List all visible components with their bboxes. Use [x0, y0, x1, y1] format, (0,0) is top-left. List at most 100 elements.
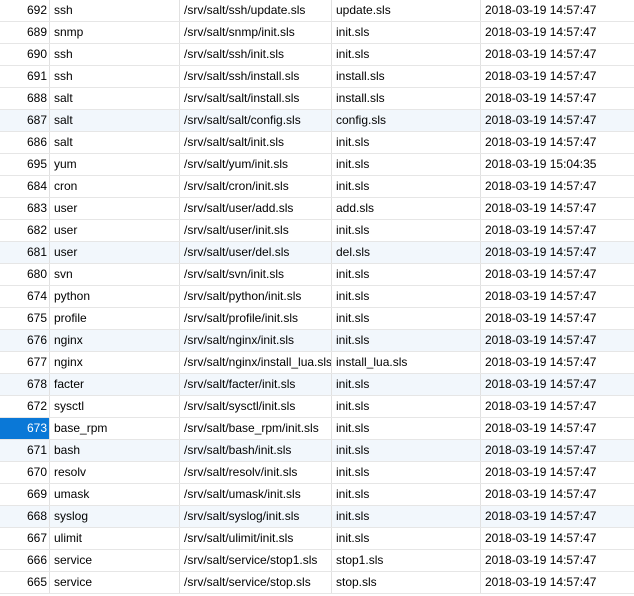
cell-id[interactable]: 676 — [0, 330, 50, 351]
cell-id[interactable]: 682 — [0, 220, 50, 241]
cell-id[interactable]: 683 — [0, 198, 50, 219]
cell-file[interactable]: update.sls — [332, 0, 481, 21]
cell-time[interactable]: 2018-03-19 14:57:47 — [481, 242, 634, 263]
cell-file[interactable]: init.sls — [332, 308, 481, 329]
table-row[interactable]: 668 syslog/srv/salt/syslog/init.sls init.s… — [0, 506, 634, 528]
cell-file[interactable]: init.sls — [332, 286, 481, 307]
cell-name[interactable]: base_rpm — [50, 418, 180, 439]
cell-name[interactable]: resolv — [50, 462, 180, 483]
cell-file[interactable]: init.sls — [332, 440, 481, 461]
cell-id[interactable]: 672 — [0, 396, 50, 417]
cell-id[interactable]: 688 — [0, 88, 50, 109]
cell-id[interactable]: 684 — [0, 176, 50, 197]
cell-name[interactable]: user — [50, 242, 180, 263]
table-row[interactable]: 665 service/srv/salt/service/stop.sls stop… — [0, 572, 634, 594]
cell-time[interactable]: 2018-03-19 14:57:47 — [481, 374, 634, 395]
cell-name[interactable]: salt — [50, 110, 180, 131]
cell-path[interactable]: /srv/salt/salt/config.sls — [180, 110, 332, 131]
table-row[interactable]: 671 bash/srv/salt/bash/init.sls init.sls 20… — [0, 440, 634, 462]
cell-path[interactable]: /srv/salt/nginx/install_lua.sls — [180, 352, 332, 373]
cell-path[interactable]: /srv/salt/user/add.sls — [180, 198, 332, 219]
cell-path[interactable]: /srv/salt/user/del.sls — [180, 242, 332, 263]
cell-time[interactable]: 2018-03-19 14:57:47 — [481, 440, 634, 461]
cell-id[interactable]: 686 — [0, 132, 50, 153]
cell-time[interactable]: 2018-03-19 14:57:47 — [481, 66, 634, 87]
cell-id[interactable]: 670 — [0, 462, 50, 483]
cell-file[interactable]: init.sls — [332, 330, 481, 351]
cell-path[interactable]: /srv/salt/salt/init.sls — [180, 132, 332, 153]
cell-time[interactable]: 2018-03-19 14:57:47 — [481, 22, 634, 43]
cell-name[interactable]: ssh — [50, 44, 180, 65]
cell-path[interactable]: /srv/salt/service/stop1.sls — [180, 550, 332, 571]
cell-name[interactable]: user — [50, 220, 180, 241]
table-row[interactable]: 669 umask/srv/salt/umask/init.sls init.sls… — [0, 484, 634, 506]
cell-path[interactable]: /srv/salt/umask/init.sls — [180, 484, 332, 505]
cell-name[interactable]: profile — [50, 308, 180, 329]
table-row[interactable]: 687 salt/srv/salt/salt/config.sls config.s… — [0, 110, 634, 132]
cell-file[interactable]: init.sls — [332, 132, 481, 153]
cell-file[interactable]: init.sls — [332, 22, 481, 43]
cell-name[interactable]: service — [50, 572, 180, 593]
data-grid[interactable]: 692 ssh/srv/salt/ssh/update.sls update.sls… — [0, 0, 634, 594]
cell-name[interactable]: user — [50, 198, 180, 219]
cell-name[interactable]: salt — [50, 132, 180, 153]
cell-id[interactable]: 678 — [0, 374, 50, 395]
cell-time[interactable]: 2018-03-19 14:57:47 — [481, 176, 634, 197]
table-row[interactable]: 686 salt/srv/salt/salt/init.sls init.sls 20… — [0, 132, 634, 154]
table-row[interactable]: 692 ssh/srv/salt/ssh/update.sls update.sls… — [0, 0, 634, 22]
cell-path[interactable]: /srv/salt/cron/init.sls — [180, 176, 332, 197]
cell-id[interactable]: 675 — [0, 308, 50, 329]
cell-id[interactable]: 665 — [0, 572, 50, 593]
cell-id[interactable]: 673 — [0, 418, 50, 439]
cell-path[interactable]: /srv/salt/base_rpm/init.sls — [180, 418, 332, 439]
cell-file[interactable]: init.sls — [332, 176, 481, 197]
table-row[interactable]: 682 user/srv/salt/user/init.sls init.sls 20… — [0, 220, 634, 242]
cell-file[interactable]: install_lua.sls — [332, 352, 481, 373]
cell-id[interactable]: 667 — [0, 528, 50, 549]
cell-time[interactable]: 2018-03-19 14:57:47 — [481, 198, 634, 219]
table-row[interactable]: 684 cron/srv/salt/cron/init.sls init.sls 20… — [0, 176, 634, 198]
cell-id[interactable]: 669 — [0, 484, 50, 505]
cell-id[interactable]: 692 — [0, 0, 50, 21]
cell-path[interactable]: /srv/salt/profile/init.sls — [180, 308, 332, 329]
cell-id[interactable]: 681 — [0, 242, 50, 263]
cell-path[interactable]: /srv/salt/sysctl/init.sls — [180, 396, 332, 417]
cell-file[interactable]: install.sls — [332, 66, 481, 87]
cell-file[interactable]: init.sls — [332, 484, 481, 505]
cell-time[interactable]: 2018-03-19 14:57:47 — [481, 0, 634, 21]
cell-name[interactable]: ulimit — [50, 528, 180, 549]
cell-time[interactable]: 2018-03-19 14:57:47 — [481, 572, 634, 593]
cell-file[interactable]: init.sls — [332, 154, 481, 175]
cell-id[interactable]: 680 — [0, 264, 50, 285]
cell-time[interactable]: 2018-03-19 14:57:47 — [481, 484, 634, 505]
cell-id[interactable]: 695 — [0, 154, 50, 175]
cell-path[interactable]: /srv/salt/ssh/init.sls — [180, 44, 332, 65]
table-row[interactable]: 678 facter/srv/salt/facter/init.sls init.s… — [0, 374, 634, 396]
cell-path[interactable]: /srv/salt/nginx/init.sls — [180, 330, 332, 351]
cell-file[interactable]: init.sls — [332, 506, 481, 527]
cell-name[interactable]: service — [50, 550, 180, 571]
cell-id[interactable]: 666 — [0, 550, 50, 571]
cell-time[interactable]: 2018-03-19 15:04:35 — [481, 154, 634, 175]
cell-time[interactable]: 2018-03-19 14:57:47 — [481, 352, 634, 373]
table-row[interactable]: 666 service/srv/salt/service/stop1.sls sto… — [0, 550, 634, 572]
cell-file[interactable]: init.sls — [332, 374, 481, 395]
cell-time[interactable]: 2018-03-19 14:57:47 — [481, 44, 634, 65]
table-row[interactable]: 677 nginx/srv/salt/nginx/install_lua.sls i… — [0, 352, 634, 374]
table-row[interactable]: 691 ssh/srv/salt/ssh/install.sls install.s… — [0, 66, 634, 88]
table-row[interactable]: 683 user/srv/salt/user/add.sls add.sls 2018… — [0, 198, 634, 220]
cell-path[interactable]: /srv/salt/ssh/install.sls — [180, 66, 332, 87]
cell-name[interactable]: syslog — [50, 506, 180, 527]
cell-name[interactable]: svn — [50, 264, 180, 285]
table-row[interactable]: 674 python/srv/salt/python/init.sls init.s… — [0, 286, 634, 308]
cell-name[interactable]: salt — [50, 88, 180, 109]
cell-name[interactable]: yum — [50, 154, 180, 175]
cell-path[interactable]: /srv/salt/salt/install.sls — [180, 88, 332, 109]
cell-path[interactable]: /srv/salt/python/init.sls — [180, 286, 332, 307]
cell-time[interactable]: 2018-03-19 14:57:47 — [481, 308, 634, 329]
cell-time[interactable]: 2018-03-19 14:57:47 — [481, 550, 634, 571]
cell-file[interactable]: del.sls — [332, 242, 481, 263]
cell-name[interactable]: ssh — [50, 66, 180, 87]
cell-time[interactable]: 2018-03-19 14:57:47 — [481, 418, 634, 439]
cell-file[interactable]: init.sls — [332, 220, 481, 241]
